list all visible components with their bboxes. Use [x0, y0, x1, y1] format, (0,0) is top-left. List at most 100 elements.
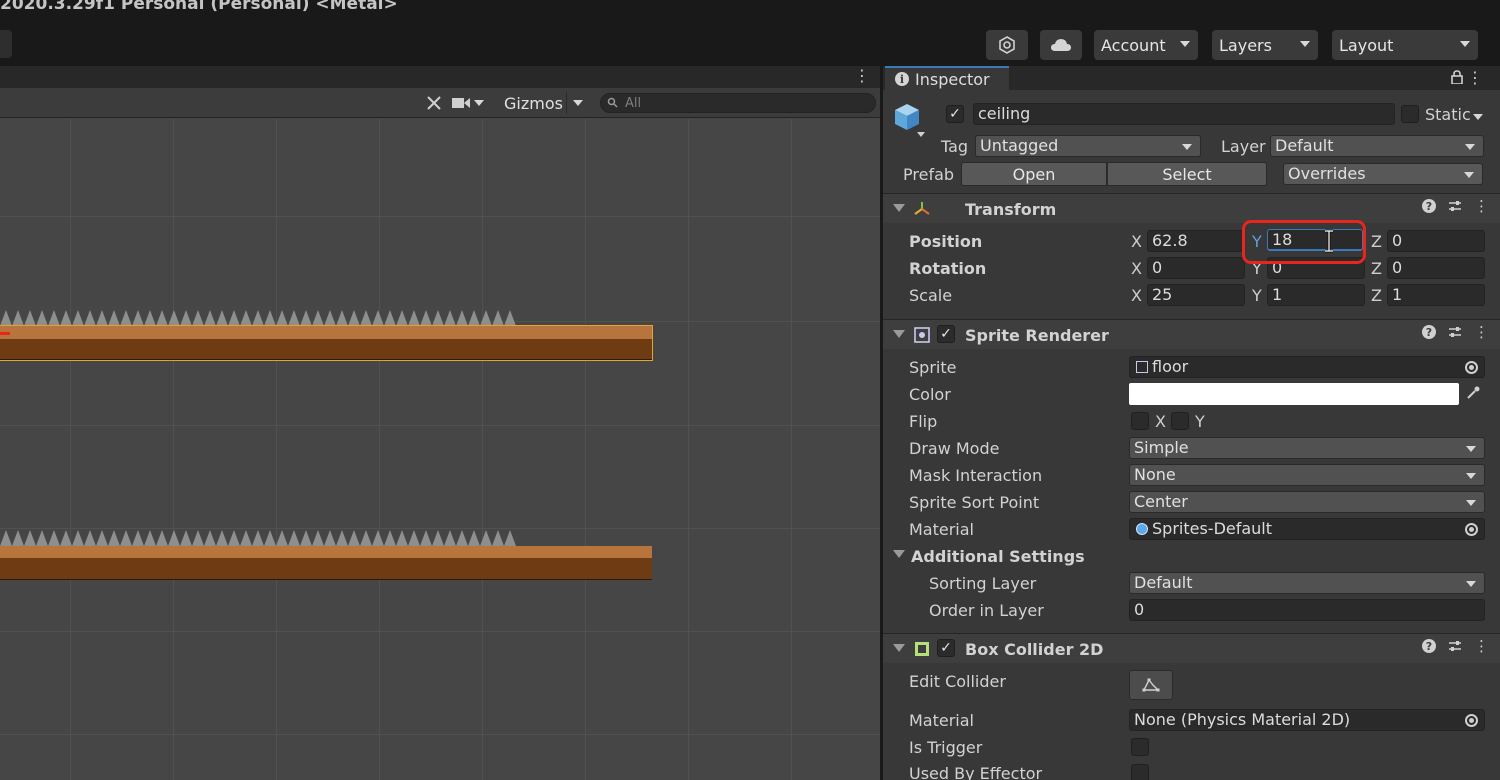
rotation-label[interactable]: Rotation	[909, 259, 986, 278]
tools-button[interactable]	[422, 93, 446, 113]
camera-dropdown[interactable]	[452, 93, 496, 113]
draw-mode-dropdown[interactable]: Simple	[1129, 437, 1485, 459]
order-in-layer-label: Order in Layer	[929, 601, 1044, 620]
axis-z-label[interactable]: Z	[1371, 232, 1382, 251]
gizmos-dropdown[interactable]	[566, 92, 588, 114]
layout-dropdown[interactable]: Layout	[1332, 30, 1478, 60]
transform-header[interactable]: Transform ? ⋮	[883, 193, 1500, 223]
axis-x-label[interactable]: X	[1131, 259, 1142, 278]
color-label: Color	[909, 385, 951, 404]
edit-collider-button[interactable]	[1129, 670, 1173, 700]
static-label[interactable]: Static	[1425, 105, 1471, 124]
spike	[372, 310, 384, 326]
rotation-x-field[interactable]: 0	[1147, 257, 1245, 279]
flip-x-checkbox[interactable]	[1131, 412, 1149, 430]
scale-z-field[interactable]: 1	[1387, 284, 1485, 306]
presets-icon[interactable]	[1448, 639, 1462, 653]
flip-y-checkbox[interactable]	[1171, 412, 1189, 430]
box-collider-enabled-checkbox[interactable]: ✓	[937, 639, 955, 657]
prefab-open-button[interactable]: Open	[961, 162, 1107, 186]
sorting-layer-dropdown[interactable]: Default	[1129, 572, 1485, 594]
help-icon[interactable]: ?	[1422, 325, 1436, 339]
component-menu-icon[interactable]: ⋮	[1474, 325, 1489, 340]
static-checkbox[interactable]	[1401, 105, 1419, 123]
toolbar-left-stub[interactable]	[0, 30, 12, 58]
gameobject-cube-icon[interactable]	[893, 102, 925, 138]
object-picker-icon[interactable]	[1465, 361, 1478, 374]
scale-y-field[interactable]: 1	[1267, 284, 1365, 306]
object-name-field[interactable]: ceiling	[973, 103, 1395, 125]
grid-line	[585, 119, 586, 780]
spike	[372, 530, 384, 546]
sprite-renderer-header[interactable]: ✓ Sprite Renderer ? ⋮	[883, 319, 1500, 349]
spike	[468, 310, 480, 326]
axis-x-label[interactable]: X	[1131, 232, 1142, 251]
prefab-select-button[interactable]: Select	[1107, 162, 1267, 186]
axis-x-label[interactable]: X	[1131, 286, 1142, 305]
spike	[420, 310, 432, 326]
component-menu-icon[interactable]: ⋮	[1474, 199, 1489, 214]
position-z-field[interactable]: 0	[1387, 230, 1485, 252]
object-picker-icon[interactable]	[1465, 714, 1478, 727]
tag-dropdown[interactable]: Untagged	[975, 135, 1201, 157]
search-input[interactable]	[625, 95, 865, 111]
spike	[156, 310, 168, 326]
material-field[interactable]: Sprites-Default	[1129, 518, 1485, 540]
sort-point-dropdown[interactable]: Center	[1129, 491, 1485, 513]
gizmos-button[interactable]: Gizmos	[500, 92, 567, 114]
foldout-arrow-icon[interactable]	[893, 550, 905, 558]
scale-x-field[interactable]: 25	[1147, 284, 1245, 306]
object-picker-icon[interactable]	[1465, 523, 1478, 536]
box-collider-header[interactable]: ✓ Box Collider 2D ? ⋮	[883, 633, 1500, 663]
mask-interaction-dropdown[interactable]: None	[1129, 464, 1485, 486]
edit-collider-icon	[1142, 678, 1160, 692]
axis-y-label[interactable]: Y	[1252, 286, 1262, 305]
position-x-field[interactable]: 62.8	[1147, 230, 1245, 252]
position-label[interactable]: Position	[909, 232, 982, 251]
used-by-effector-checkbox[interactable]	[1131, 764, 1149, 780]
order-in-layer-field[interactable]: 0	[1129, 599, 1485, 621]
chevron-down-icon	[1465, 144, 1475, 150]
tab-inspector[interactable]: i Inspector	[885, 66, 1009, 90]
foldout-arrow-icon[interactable]	[893, 644, 905, 652]
foldout-arrow-icon[interactable]	[893, 330, 905, 338]
help-icon[interactable]: ?	[1422, 199, 1436, 213]
spike	[228, 530, 240, 546]
eyedropper-icon[interactable]	[1465, 385, 1481, 401]
prefab-overrides-dropdown[interactable]: Overrides	[1283, 163, 1483, 185]
component-menu-icon[interactable]: ⋮	[1474, 639, 1489, 654]
rotation-z-field[interactable]: 0	[1387, 257, 1485, 279]
scale-label[interactable]: Scale	[909, 286, 952, 305]
color-swatch[interactable]	[1129, 383, 1459, 405]
sprite-field[interactable]: floor	[1129, 356, 1485, 378]
axis-z-label[interactable]: Z	[1371, 259, 1382, 278]
collab-button[interactable]	[986, 30, 1028, 60]
presets-icon[interactable]	[1448, 325, 1462, 339]
more-options-icon[interactable]: ⋮	[854, 68, 870, 84]
spike	[444, 530, 456, 546]
chevron-down-icon[interactable]	[1473, 114, 1483, 120]
presets-icon[interactable]	[1448, 199, 1462, 213]
help-icon[interactable]: ?	[1422, 639, 1436, 653]
cloud-button[interactable]	[1040, 30, 1082, 60]
scene-canvas[interactable]	[0, 119, 880, 780]
sprite-renderer-enabled-checkbox[interactable]: ✓	[937, 325, 955, 343]
layer-dropdown[interactable]: Default	[1270, 135, 1484, 157]
account-dropdown[interactable]: Account	[1094, 30, 1198, 60]
axis-z-label[interactable]: Z	[1371, 286, 1382, 305]
chevron-down-icon	[1466, 473, 1476, 479]
spike	[300, 530, 312, 546]
layers-dropdown[interactable]: Layers	[1212, 30, 1318, 60]
foldout-arrow-icon[interactable]	[893, 204, 905, 212]
more-options-icon[interactable]: ⋮	[1467, 68, 1483, 87]
is-trigger-checkbox[interactable]	[1131, 738, 1149, 756]
additional-settings-label[interactable]: Additional Settings	[911, 547, 1085, 566]
floor-platform[interactable]	[0, 558, 652, 580]
scene-search[interactable]	[600, 93, 876, 113]
active-checkbox[interactable]: ✓	[946, 105, 964, 123]
sorting-layer-label: Sorting Layer	[929, 574, 1037, 593]
lock-icon[interactable]	[1451, 70, 1463, 84]
physics-material-field[interactable]: None (Physics Material 2D)	[1129, 709, 1485, 731]
spike	[0, 530, 12, 546]
chevron-down-icon	[1460, 41, 1470, 47]
